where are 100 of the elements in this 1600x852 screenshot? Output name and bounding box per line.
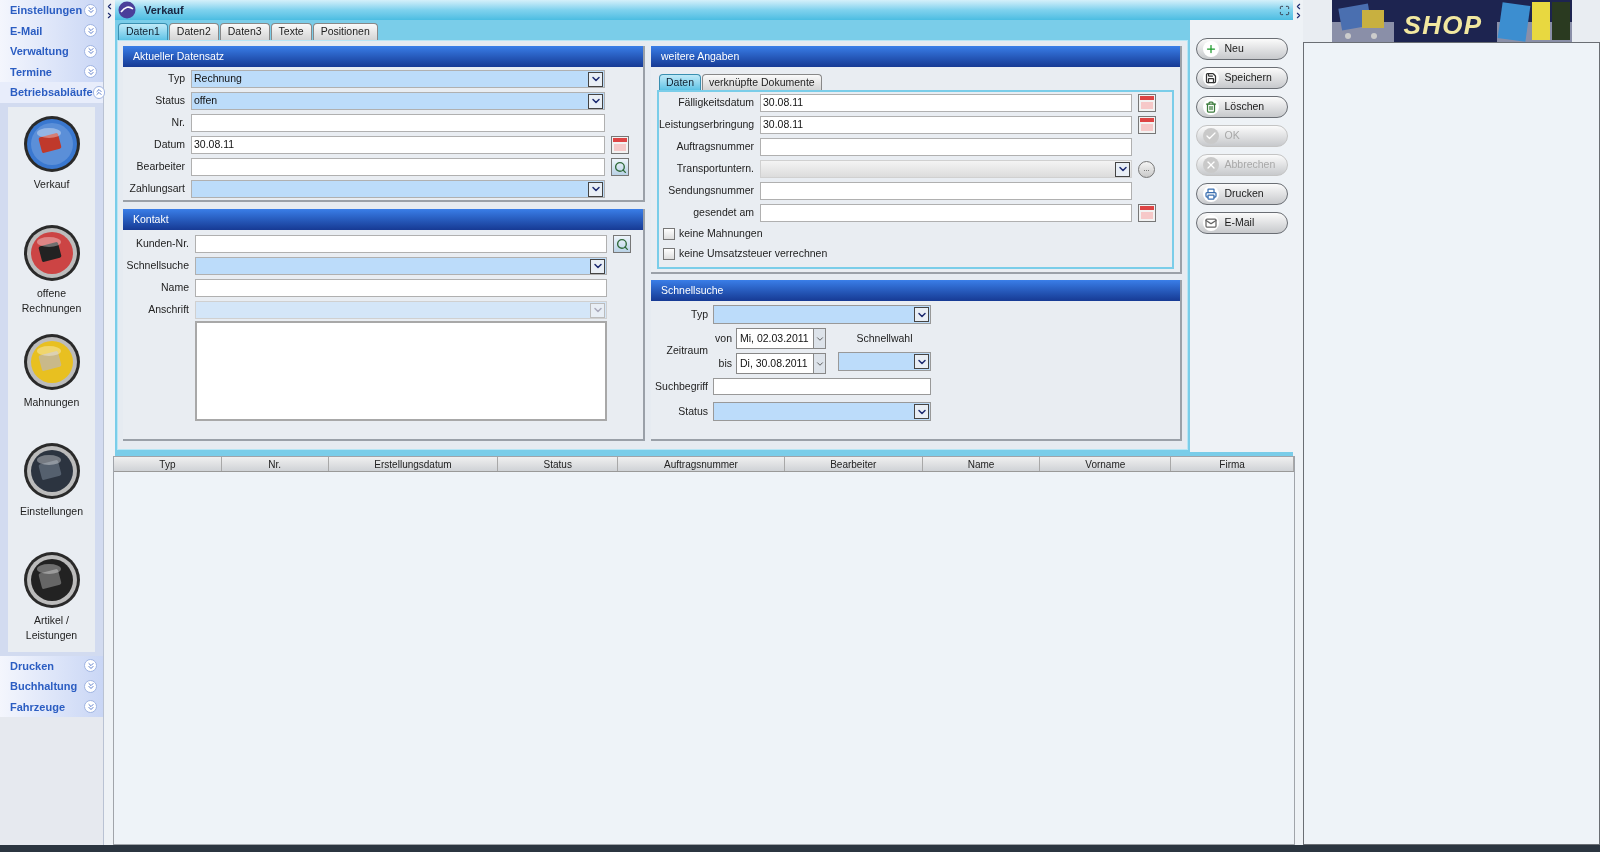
input-field[interactable] — [195, 279, 607, 297]
field-label: bis — [717, 355, 732, 371]
tab[interactable]: Daten — [659, 74, 702, 90]
dropdown-field[interactable] — [838, 352, 931, 372]
dropdown-field[interactable] — [713, 305, 931, 324]
round-icon[interactable] — [22, 550, 81, 609]
field-label: Zeitraum — [665, 343, 708, 359]
module-label[interactable]: Einstellungen — [19, 503, 84, 520]
dropdown-icon[interactable] — [914, 354, 929, 370]
shop-banner[interactable]: SHOP — [1331, 0, 1572, 42]
dropdown-icon[interactable] — [914, 404, 929, 419]
input-field[interactable]: 30.08.11 — [760, 116, 1132, 134]
round-icon[interactable] — [22, 223, 81, 282]
input-field[interactable] — [713, 378, 931, 395]
input-field[interactable]: 30.08.11 — [191, 136, 605, 154]
field-label: Transportuntern. — [675, 161, 754, 177]
sidebar-group[interactable]: Termine — [0, 61, 103, 82]
input-field[interactable] — [191, 158, 605, 176]
input-field[interactable] — [760, 138, 1132, 156]
dropdown-field[interactable] — [195, 257, 607, 275]
field-label: Typ — [167, 71, 185, 87]
dropdown-icon[interactable] — [588, 71, 603, 87]
column-header[interactable]: Erstellungsdatum — [328, 457, 499, 471]
sidebar-group[interactable]: Betriebsabläufe — [0, 82, 103, 103]
field-label: Schnellsuche — [125, 258, 189, 274]
plus-icon — [1202, 41, 1219, 57]
section-header: weitere Angaben — [651, 46, 1180, 67]
expand-right-icon[interactable] — [105, 11, 114, 20]
dropdown-field[interactable]: offen — [191, 92, 605, 110]
maximize-icon[interactable] — [1279, 4, 1290, 16]
column-header[interactable]: Typ — [114, 457, 222, 471]
dropdown-field[interactable] — [713, 402, 931, 421]
module-label[interactable]: offene Rechnungen — [19, 285, 84, 317]
column-header[interactable]: Name — [922, 457, 1041, 471]
input-field[interactable] — [191, 114, 605, 132]
action-button[interactable]: Neu — [1195, 38, 1288, 60]
date-field[interactable]: Di, 30.08.2011 — [736, 353, 826, 374]
module-label[interactable]: Artikel / Leistungen — [19, 612, 84, 644]
tab[interactable]: Daten2 — [168, 23, 219, 40]
sidebar-group[interactable]: Fahrzeuge — [0, 696, 103, 717]
input-field[interactable] — [195, 235, 607, 253]
search-button[interactable] — [611, 158, 629, 176]
sidebar-group[interactable]: Einstellungen — [0, 0, 103, 21]
tab[interactable]: Texte — [270, 23, 312, 40]
column-header[interactable]: Bearbeiter — [784, 457, 923, 471]
tab[interactable]: verknüpfte Dokumente — [702, 74, 822, 90]
action-button[interactable]: Löschen — [1195, 96, 1288, 118]
globe-icon — [118, 1, 136, 19]
calendar-icon[interactable] — [1138, 204, 1156, 222]
checkbox-label: keine Umsatzsteuer verrechnen — [679, 246, 828, 262]
action-button[interactable]: E-Mail — [1195, 212, 1288, 234]
action-button[interactable]: Drucken — [1195, 183, 1288, 205]
field-label: Kunden-Nr. — [134, 236, 189, 252]
field-label: Nr. — [170, 115, 185, 131]
module-label[interactable]: Verkauf — [19, 176, 84, 193]
module-label[interactable]: Mahnungen — [19, 394, 84, 411]
checkbox-label: keine Mahnungen — [679, 226, 763, 242]
calendar-icon[interactable] — [611, 136, 629, 154]
calendar-icon[interactable] — [1138, 94, 1156, 112]
sidebar-group[interactable]: Verwaltung — [0, 41, 103, 62]
collapse-left-icon[interactable] — [105, 2, 114, 11]
text-area[interactable] — [195, 321, 607, 421]
sidebar-group[interactable]: Drucken — [0, 655, 103, 676]
column-header[interactable]: Firma — [1171, 457, 1294, 471]
field-label: Status — [677, 403, 708, 419]
column-header[interactable]: Auftragsnummer — [618, 457, 785, 471]
search-button[interactable] — [613, 235, 631, 253]
x-icon — [1202, 157, 1219, 173]
column-header[interactable]: Vorname — [1040, 457, 1172, 471]
round-icon[interactable] — [22, 332, 81, 391]
field-label: Bearbeiter — [135, 159, 185, 175]
dropdown-icon[interactable] — [588, 181, 603, 197]
action-button[interactable]: Speichern — [1195, 67, 1288, 89]
tab[interactable]: Positionen — [312, 23, 378, 40]
checkbox[interactable] — [663, 228, 675, 240]
dropdown-icon[interactable] — [590, 258, 605, 274]
dropdown-icon[interactable] — [914, 307, 929, 322]
field-label: Auftragsnummer — [675, 139, 754, 155]
calendar-icon[interactable] — [1138, 116, 1156, 134]
tab[interactable]: Daten3 — [219, 23, 270, 40]
tab[interactable]: Daten1 — [118, 23, 168, 40]
field-label: gesendet am — [692, 205, 754, 221]
sidebar-group[interactable]: Buchhaltung — [0, 676, 103, 697]
date-field[interactable]: Mi, 02.03.2011 — [736, 328, 826, 349]
sidebar-group[interactable]: E-Mail — [0, 20, 103, 41]
round-icon[interactable] — [22, 441, 81, 500]
field-label: Suchbegriff — [655, 378, 708, 394]
input-field[interactable]: 30.08.11 — [760, 94, 1132, 112]
check-icon — [1202, 128, 1219, 144]
dropdown-icon[interactable] — [588, 93, 603, 109]
dropdown-field[interactable]: Rechnung — [191, 70, 605, 88]
checkbox[interactable] — [663, 248, 675, 260]
column-header[interactable]: Status — [498, 457, 619, 471]
column-header[interactable]: Nr. — [221, 457, 329, 471]
collapse-icon[interactable] — [92, 85, 105, 99]
dropdown-field[interactable] — [191, 180, 605, 198]
input-field[interactable] — [760, 182, 1132, 200]
input-field[interactable] — [760, 204, 1132, 222]
round-icon[interactable] — [22, 114, 81, 173]
field-label: Leistungserbringung — [659, 117, 754, 133]
